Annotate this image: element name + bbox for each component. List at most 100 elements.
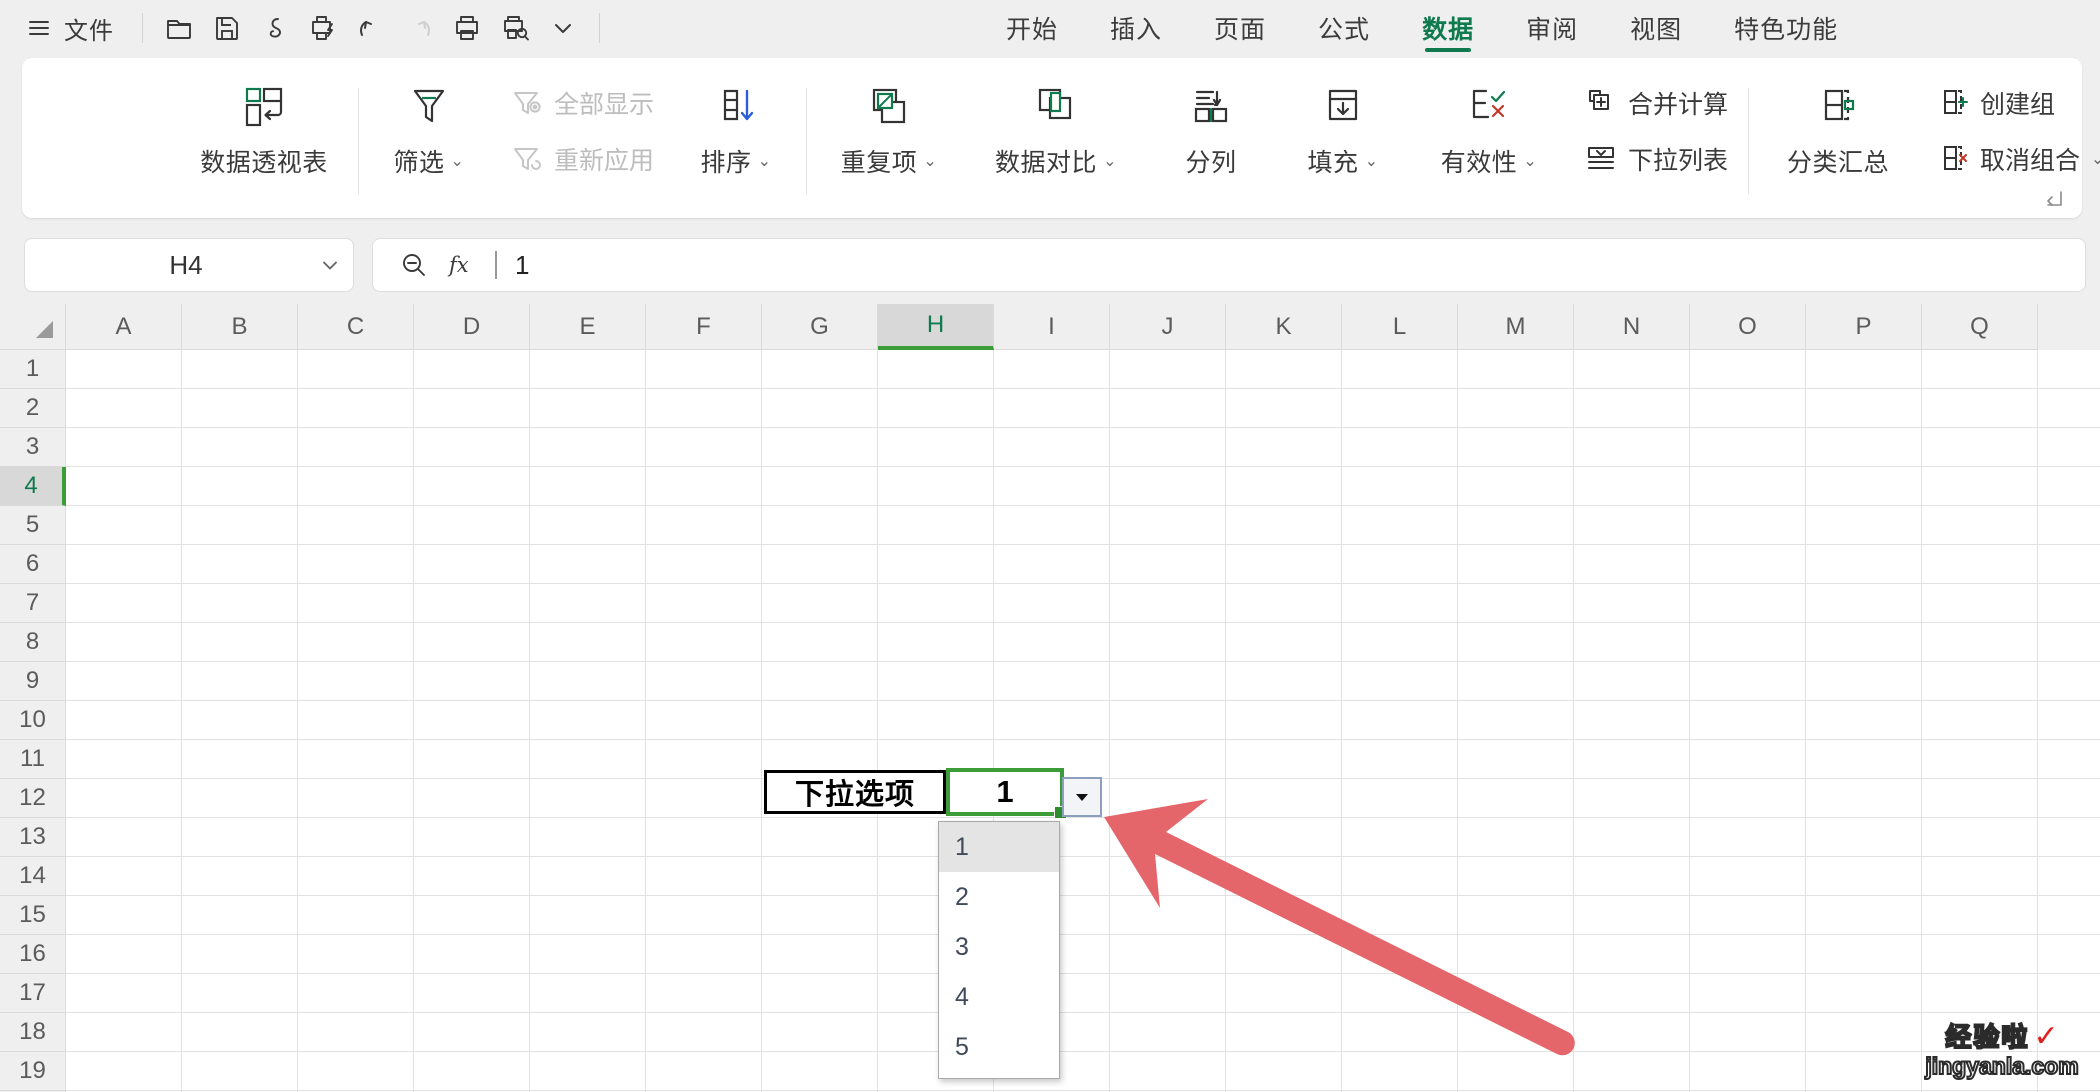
row-header-7[interactable]: 7 xyxy=(0,584,66,623)
dropdown-option-2[interactable]: 2 xyxy=(939,872,1059,922)
output-icon[interactable] xyxy=(251,6,299,50)
open-icon[interactable] xyxy=(155,6,203,50)
dialog-launcher-icon[interactable] xyxy=(2044,188,2066,210)
gridline-horizontal xyxy=(66,973,2100,974)
column-header-L[interactable]: L xyxy=(1342,304,1458,350)
tab-page[interactable]: 页面 xyxy=(1188,0,1292,56)
column-header-O[interactable]: O xyxy=(1690,304,1806,350)
spreadsheet-grid: ABCDEFGHIJKLMNOPQ 1 2 3 4 5 6 7 8 9 10 11 12 13 14 15 1… xyxy=(0,304,2100,1092)
row-header-3[interactable]: 3 xyxy=(0,428,66,467)
row-header-11[interactable]: 11 xyxy=(0,740,66,779)
filter-small-commands: 全部显示 重新应用 xyxy=(495,64,670,198)
select-all-corner[interactable] xyxy=(0,304,66,350)
dropdown-arrow-icon[interactable] xyxy=(1062,777,1102,817)
tab-data[interactable]: 数据 xyxy=(1396,0,1500,56)
tab-formula[interactable]: 公式 xyxy=(1292,0,1396,56)
duplicates-button[interactable]: 重复项 ⌄ xyxy=(811,64,967,198)
column-header-G[interactable]: G xyxy=(762,304,878,350)
tab-review[interactable]: 审阅 xyxy=(1500,0,1604,56)
print-icon[interactable] xyxy=(443,6,491,50)
column-header-M[interactable]: M xyxy=(1458,304,1574,350)
tab-insert[interactable]: 插入 xyxy=(1084,0,1188,56)
create-group-button[interactable]: 创建组 xyxy=(1927,77,2100,129)
save-icon[interactable] xyxy=(203,6,251,50)
name-box[interactable]: H4 xyxy=(24,238,354,292)
undo-icon[interactable] xyxy=(347,6,395,50)
column-header-H[interactable]: H xyxy=(878,304,994,350)
row-header-18[interactable]: 18 xyxy=(0,1013,66,1052)
column-header-C[interactable]: C xyxy=(298,304,414,350)
toolbar-divider-1 xyxy=(142,13,143,43)
row-header-9[interactable]: 9 xyxy=(0,662,66,701)
formula-input[interactable]: fx 1 xyxy=(372,238,2086,292)
quick-print-icon[interactable] xyxy=(299,6,347,50)
dropdown-option-4[interactable]: 4 xyxy=(939,972,1059,1022)
fill-button[interactable]: 填充 ⌄ xyxy=(1277,64,1409,198)
split-columns-button[interactable]: 分列 xyxy=(1145,64,1277,198)
tab-start[interactable]: 开始 xyxy=(980,0,1084,56)
ribbon-separator-1 xyxy=(358,88,359,194)
cell-G4-label[interactable]: 下拉选项 xyxy=(764,770,946,814)
tab-features[interactable]: 特色功能 xyxy=(1708,0,1864,56)
pivot-table-button[interactable]: 数据透视表 xyxy=(174,64,354,198)
filter-button[interactable]: 筛选 ⌄ xyxy=(363,64,495,198)
group-plus-icon xyxy=(1939,87,1971,119)
tab-view[interactable]: 视图 xyxy=(1604,0,1708,56)
gridline-vertical xyxy=(181,350,182,1092)
row-header-19[interactable]: 19 xyxy=(0,1052,66,1091)
dropdown-options-panel[interactable]: 12345 xyxy=(938,821,1060,1079)
ungroup-button[interactable]: 取消组合 ⌄ xyxy=(1927,133,2100,185)
column-header-F[interactable]: F xyxy=(646,304,762,350)
row-header-10[interactable]: 10 xyxy=(0,701,66,740)
column-header-J[interactable]: J xyxy=(1110,304,1226,350)
row-header-1[interactable]: 1 xyxy=(0,350,66,389)
gridline-vertical xyxy=(877,350,878,1092)
gridline-vertical xyxy=(761,350,762,1092)
dropdown-option-1[interactable]: 1 xyxy=(939,822,1059,872)
row-header-15[interactable]: 15 xyxy=(0,896,66,935)
dropdown-option-5[interactable]: 5 xyxy=(939,1022,1059,1072)
row-header-2[interactable]: 2 xyxy=(0,389,66,428)
row-header-8[interactable]: 8 xyxy=(0,623,66,662)
gridline-horizontal xyxy=(66,895,2100,896)
subtotal-button[interactable]: 分类汇总 xyxy=(1753,64,1923,198)
column-header-E[interactable]: E xyxy=(530,304,646,350)
duplicate-icon xyxy=(865,83,913,131)
row-header-5[interactable]: 5 xyxy=(0,506,66,545)
cell-H4-selected[interactable]: 1 xyxy=(946,768,1067,819)
column-header-D[interactable]: D xyxy=(414,304,530,350)
column-header-B[interactable]: B xyxy=(182,304,298,350)
row-header-16[interactable]: 16 xyxy=(0,935,66,974)
gridline-horizontal xyxy=(66,934,2100,935)
consolidate-button[interactable]: 合并计算 xyxy=(1573,77,1740,129)
group-minus-icon xyxy=(1939,143,1971,175)
sort-button[interactable]: 排序 ⌄ xyxy=(670,64,802,198)
chevron-down-icon[interactable] xyxy=(539,6,587,50)
row-header-14[interactable]: 14 xyxy=(0,857,66,896)
row-header-6[interactable]: 6 xyxy=(0,545,66,584)
row-header-17[interactable]: 17 xyxy=(0,974,66,1013)
toolbar-divider-2 xyxy=(599,13,600,43)
fx-icon[interactable]: fx xyxy=(447,250,477,280)
row-header-12[interactable]: 12 xyxy=(0,779,66,818)
file-menu-button[interactable]: 文件 xyxy=(64,11,114,46)
split-columns-icon xyxy=(1187,83,1235,131)
validation-button[interactable]: 有效性 ⌄ xyxy=(1409,64,1569,198)
column-header-P[interactable]: P xyxy=(1806,304,1922,350)
print-preview-icon[interactable] xyxy=(491,6,539,50)
column-header-Q[interactable]: Q xyxy=(1922,304,2038,350)
row-header-13[interactable]: 13 xyxy=(0,818,66,857)
column-header-N[interactable]: N xyxy=(1574,304,1690,350)
column-header-K[interactable]: K xyxy=(1226,304,1342,350)
row-header-4[interactable]: 4 xyxy=(0,467,66,506)
hamburger-icon[interactable] xyxy=(22,11,56,45)
consolidate-icon xyxy=(1585,87,1619,119)
dropdown-list-button[interactable]: 下拉列表 xyxy=(1573,133,1740,185)
dropdown-option-3[interactable]: 3 xyxy=(939,922,1059,972)
compare-button[interactable]: 数据对比 ⌄ xyxy=(967,64,1145,198)
column-header-I[interactable]: I xyxy=(994,304,1110,350)
chevron-down-icon[interactable] xyxy=(307,253,353,277)
cells-area[interactable] xyxy=(66,350,2100,1092)
zoom-out-icon[interactable] xyxy=(399,250,429,280)
column-header-A[interactable]: A xyxy=(66,304,182,350)
